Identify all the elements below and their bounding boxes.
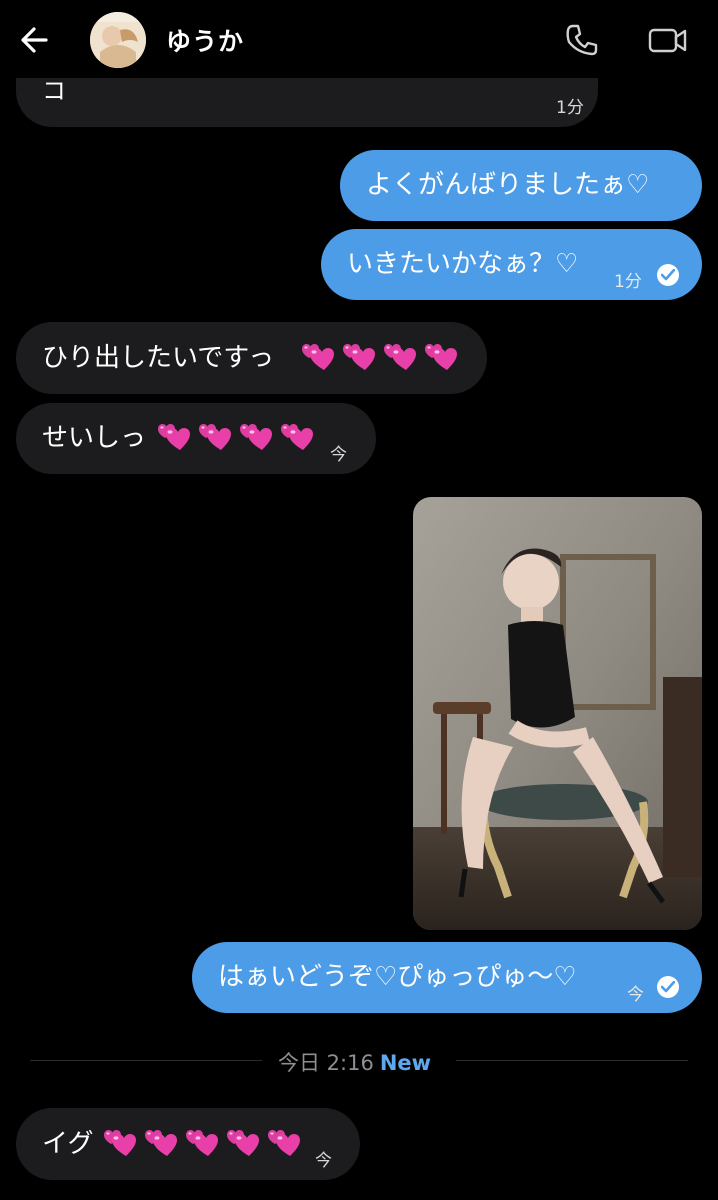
two-hearts-icon — [423, 340, 460, 374]
message-time: 今 — [627, 985, 644, 1005]
photo-message[interactable] — [413, 497, 702, 930]
two-hearts-icon — [102, 1126, 139, 1160]
message-time: 1分 — [614, 272, 642, 292]
message-text: コ — [42, 77, 66, 105]
two-hearts-icon — [197, 420, 234, 454]
message-text: はぁいどうぞ♡ぴゅっぴゅ〜♡ — [218, 962, 577, 992]
check-circle-icon — [657, 264, 679, 286]
message-text: いきたいかなぁ？♡ — [347, 249, 579, 279]
new-label: New — [379, 1051, 432, 1075]
back-button[interactable] — [16, 20, 56, 60]
two-hearts-icon — [143, 1126, 180, 1160]
two-hearts-icon — [184, 1126, 221, 1160]
two-hearts-icon — [225, 1126, 262, 1160]
message-time: 今 — [315, 1151, 332, 1171]
two-hearts-icon — [279, 420, 316, 454]
date-divider: 今日 2:16 New — [278, 1047, 431, 1077]
photo-image — [413, 497, 702, 930]
message-bubble-incoming[interactable]: ひり出したいですっ — [16, 322, 487, 394]
two-hearts-icon — [341, 340, 378, 374]
two-hearts-icon — [300, 340, 337, 374]
avatar[interactable] — [90, 12, 146, 68]
message-bubble-outgoing[interactable]: いきたいかなぁ？♡ 1分 — [321, 229, 702, 300]
message-bubble-outgoing[interactable]: よくがんばりましたぁ♡ — [340, 150, 702, 221]
chat-screen: コ 1分 よくがんばりましたぁ♡ いきたいかなぁ？♡ 1分 ひり出したいですっ … — [0, 0, 718, 1200]
arrow-left-icon — [21, 27, 48, 53]
two-hearts-icon — [238, 420, 275, 454]
emoji-group — [300, 340, 464, 378]
two-hearts-icon — [382, 340, 419, 374]
message-text: ひり出したいですっ — [42, 343, 275, 373]
emoji-group — [156, 420, 320, 458]
divider-date: 今日 2:16 — [278, 1051, 374, 1075]
message-bubble-incoming[interactable]: せいしっ 今 — [16, 403, 376, 474]
message-text: イグ — [42, 1129, 94, 1159]
message-text: よくがんばりましたぁ♡ — [366, 170, 650, 200]
divider-line-right — [456, 1060, 688, 1061]
message-time: 今 — [330, 445, 347, 465]
check-circle-icon — [657, 976, 679, 998]
video-camera-icon — [648, 28, 687, 53]
video-call-button[interactable] — [645, 20, 691, 60]
emoji-group — [102, 1126, 307, 1164]
avatar-image — [90, 12, 146, 68]
phone-icon — [566, 24, 598, 56]
contact-name[interactable]: ゆうか — [166, 22, 244, 58]
divider-line-left — [30, 1060, 262, 1061]
call-button[interactable] — [562, 20, 602, 60]
chat-header: ゆうか — [0, 0, 718, 78]
two-hearts-icon — [156, 420, 193, 454]
message-bubble-outgoing[interactable]: はぁいどうぞ♡ぴゅっぴゅ〜♡ 今 — [192, 942, 702, 1013]
message-text: せいしっ — [42, 423, 147, 453]
two-hearts-icon — [266, 1126, 303, 1160]
message-time: 1分 — [556, 98, 584, 118]
message-bubble-incoming[interactable]: イグ 今 — [16, 1108, 360, 1180]
